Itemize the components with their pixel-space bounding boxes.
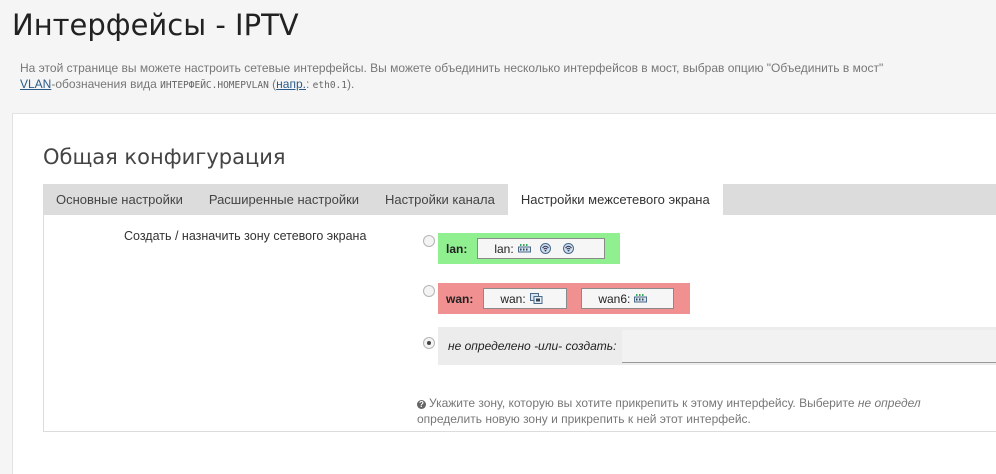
firewall-zone-label: Создать / назначить зону сетевого экрана [124,229,367,243]
section-title: Общая конфигурация [43,145,286,169]
tab-link-settings[interactable]: Настройки канала [372,184,508,215]
description-text-a: -обозначения вида [51,77,161,91]
zone-wan-network-wan6: wan6: [581,288,675,309]
new-zone-input[interactable] [622,329,996,363]
ethernet-switch-icon [517,244,531,253]
help-text-line2: определить новую зону и прикрепить к ней… [417,412,751,426]
zone-lan-name: lan: [446,241,468,256]
zone-wan-name: wan: [446,291,474,306]
zone-lan-radio[interactable] [423,235,435,247]
wifi-icon [539,243,551,254]
zone-wan-radio[interactable] [423,285,435,297]
description-text-d: ). [346,77,355,91]
description-code-interface: ИНТЕРФЕЙС.HOMEPVLAN [160,80,269,91]
tab-firewall-settings[interactable]: Настройки межсетевого экрана [507,184,723,215]
network-label: wan: [500,291,526,306]
zone-lan[interactable]: lan: lan: [438,233,620,264]
zone-unspecified[interactable]: не определено -или- создать: [438,327,996,365]
page-title: Интерфейсы - IPTV [12,8,299,42]
zone-lan-network-lan: lan: [477,238,606,259]
ethernet-switch-icon [634,294,648,303]
vlan-link[interactable]: VLAN [20,77,51,91]
help-text-emphasis: не определ [857,396,921,410]
zone-unspecified-label: не определено -или- создать: [448,339,617,353]
page-description: На этой странице вы можете настроить сет… [20,60,996,94]
description-line1: На этой странице вы можете настроить сет… [20,61,884,75]
example-link[interactable]: напр. [276,77,306,91]
zone-wan-network-wan: wan: [483,288,568,309]
zone-unspecified-radio[interactable] [423,337,435,349]
help-text: ? Укажите зону, которую вы хотите прикреп… [417,395,996,427]
help-text-line1: Укажите зону, которую вы хотите прикрепи… [429,396,858,410]
ethernet-port-icon [529,293,543,304]
network-label: wan6: [598,291,631,306]
tab-general-settings[interactable]: Основные настройки [43,184,196,215]
tab-bar: Основные настройки Расширенные настройки… [43,184,996,215]
description-text-c: : [305,77,313,91]
zone-wan[interactable]: wan: wan: wan6: [438,283,690,314]
network-label: lan: [494,241,514,256]
wifi-icon [562,243,574,254]
info-icon: ? [417,400,426,409]
description-code-example: eth0.1 [312,80,347,91]
tab-advanced-settings[interactable]: Расширенные настройки [196,184,372,215]
